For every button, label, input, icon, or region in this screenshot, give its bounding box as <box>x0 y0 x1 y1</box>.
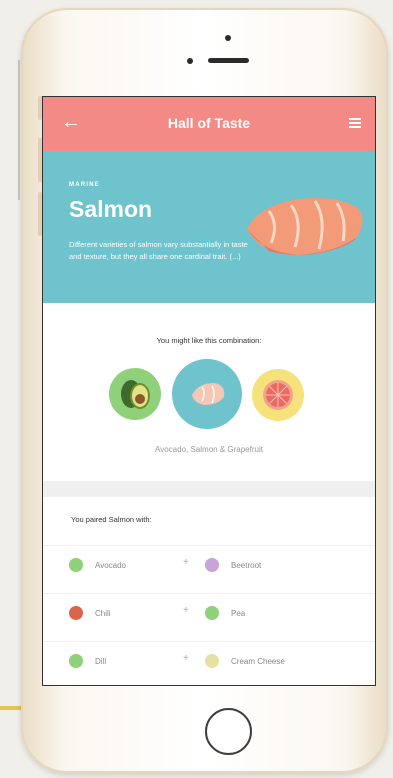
pair-left-name: Chili <box>95 608 111 618</box>
background-line <box>18 60 20 200</box>
pair-left-name: Avocado <box>95 560 126 570</box>
combo-item-salmon[interactable] <box>172 359 242 429</box>
front-camera <box>187 58 193 64</box>
pair-right-name: Pea <box>231 608 246 618</box>
grapefruit-icon <box>263 380 293 410</box>
combination-label: You might like this combination: <box>156 336 262 345</box>
earpiece-speaker <box>208 58 249 63</box>
ingredient-category: MARINE <box>69 182 100 188</box>
ingredient-hero: MARINE Salmon Different varieties of sal… <box>43 151 375 303</box>
salmon-fillet-image <box>247 198 363 255</box>
top-navigation-bar: ← Hall of Taste <box>43 97 375 151</box>
pair-right-name: Beetroot <box>231 560 262 570</box>
pair-left-name: Dill <box>95 656 107 666</box>
salmon-icon <box>192 383 225 405</box>
combination-names: Avocado, Salmon & Grapefruit <box>155 445 263 454</box>
plus-icon: + <box>183 557 189 568</box>
hamburger-menu-icon[interactable] <box>349 118 361 128</box>
plus-icon: + <box>183 605 189 616</box>
pair-left-item: Chili <box>69 606 111 620</box>
color-dot-icon <box>205 558 219 572</box>
app-screen: ← Hall of Taste MARINE Salmon Different … <box>42 96 376 686</box>
pair-left-item: Dill <box>69 654 106 668</box>
combo-item-avocado[interactable] <box>109 368 161 420</box>
pair-row[interactable]: Dill + Cream Cheese <box>43 641 375 682</box>
proximity-sensor <box>225 35 231 41</box>
color-dot-icon <box>69 606 83 620</box>
pair-right-name: Cream Cheese <box>231 656 285 666</box>
pair-right-item: Pea <box>205 606 245 620</box>
color-dot-icon <box>205 654 219 668</box>
color-dot-icon <box>69 654 83 668</box>
ingredient-description: Different varieties of salmon vary subst… <box>69 240 248 261</box>
pair-left-item: Avocado <box>69 558 126 572</box>
ingredient-title: Salmon <box>69 196 153 222</box>
pair-right-item: Cream Cheese <box>205 654 285 668</box>
paired-heading: You paired Salmon with: <box>71 515 152 524</box>
pair-row[interactable]: Avocado + Beetroot <box>43 545 375 586</box>
combo-item-grapefruit[interactable] <box>252 369 304 421</box>
avocado-icon <box>121 380 150 409</box>
plus-icon: + <box>183 653 189 664</box>
pair-right-item: Beetroot <box>205 558 261 572</box>
color-dot-icon <box>205 606 219 620</box>
home-button[interactable] <box>205 708 252 755</box>
color-dot-icon <box>69 558 83 572</box>
pair-row[interactable]: Chili + Pea <box>43 593 375 634</box>
section-divider <box>43 481 375 497</box>
page-title: Hall of Taste <box>167 115 251 131</box>
